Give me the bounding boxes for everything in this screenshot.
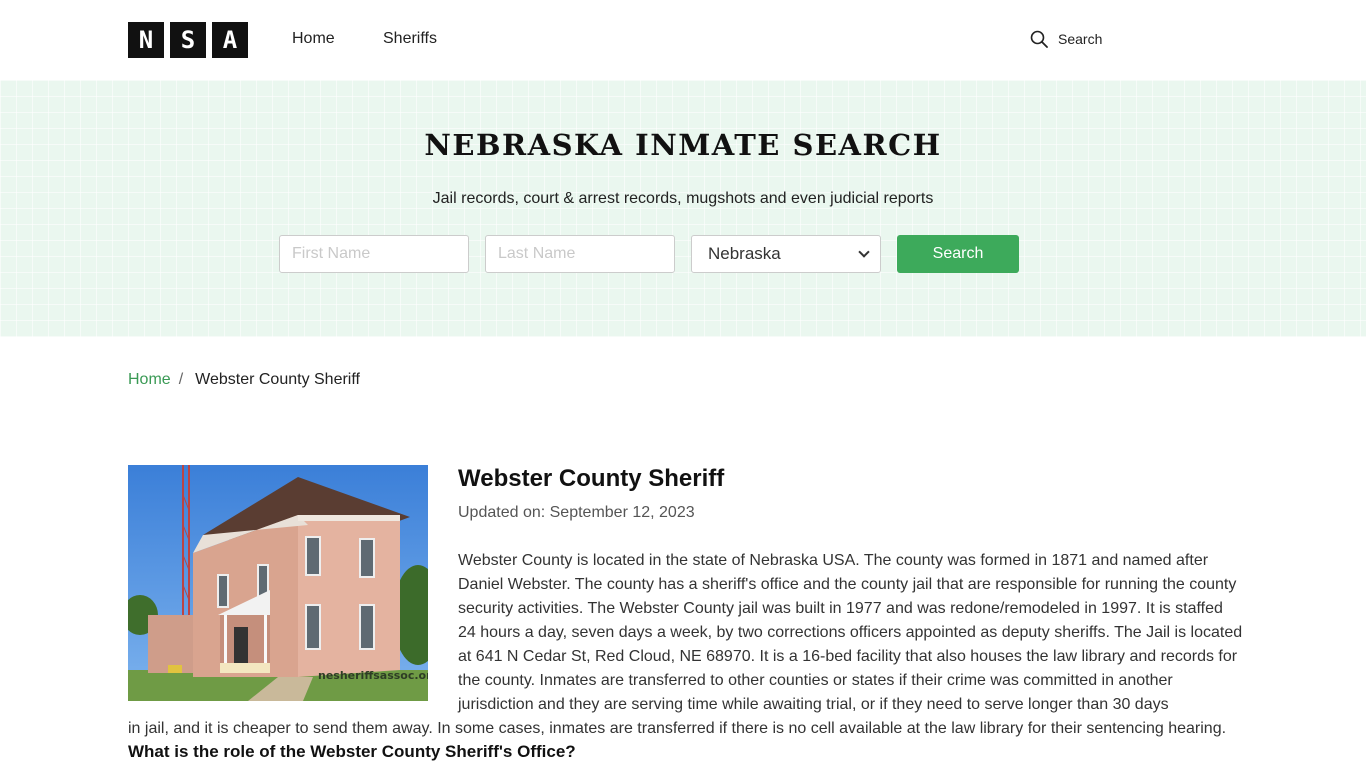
- header-search-button[interactable]: Search: [1030, 30, 1102, 48]
- first-name-input[interactable]: [279, 235, 469, 273]
- image-watermark: nesheriffsassoc.org: [318, 669, 428, 682]
- article-title: Webster County Sheriff: [458, 465, 725, 492]
- last-name-input[interactable]: [485, 235, 675, 273]
- breadcrumb: Home / Webster County Sheriff: [128, 371, 360, 389]
- section-heading: What is the role of the Webster County S…: [128, 742, 576, 761]
- updated-date: Updated on: September 12, 2023: [458, 504, 695, 521]
- state-select[interactable]: Nebraska: [691, 235, 881, 273]
- chevron-down-icon: [858, 246, 870, 258]
- search-icon: [1030, 30, 1048, 48]
- hero-subtitle: Jail records, court & arrest records, mu…: [432, 190, 934, 207]
- article-paragraph-top: Webster County is located in the state o…: [458, 552, 1243, 713]
- sheriff-building-image: nesheriffsassoc.org: [128, 465, 428, 701]
- state-select-value: Nebraska: [708, 244, 781, 263]
- logo-letter-a: A: [212, 22, 248, 58]
- nav-sheriffs-link[interactable]: Sheriffs: [383, 30, 437, 48]
- breadcrumb-separator: /: [178, 371, 184, 388]
- header-search-label: Search: [1058, 31, 1103, 47]
- search-button[interactable]: Search: [897, 235, 1019, 273]
- breadcrumb-home-link[interactable]: Home: [128, 371, 171, 389]
- site-header: N S A Home Sheriffs Search: [0, 0, 1366, 80]
- hero-title: NEBRASKA INMATE SEARCH: [424, 128, 942, 162]
- hero-search-section: NEBRASKA INMATE SEARCH Jail records, cou…: [0, 80, 1366, 337]
- logo-letter-n: N: [128, 22, 164, 58]
- breadcrumb-current: Webster County Sheriff: [195, 371, 360, 388]
- logo-letter-s: S: [170, 22, 206, 58]
- article-paragraph-bottom: in jail, and it is cheaper to send them …: [128, 720, 1227, 737]
- site-logo[interactable]: N S A: [128, 22, 248, 58]
- nav-home-link[interactable]: Home: [292, 30, 335, 48]
